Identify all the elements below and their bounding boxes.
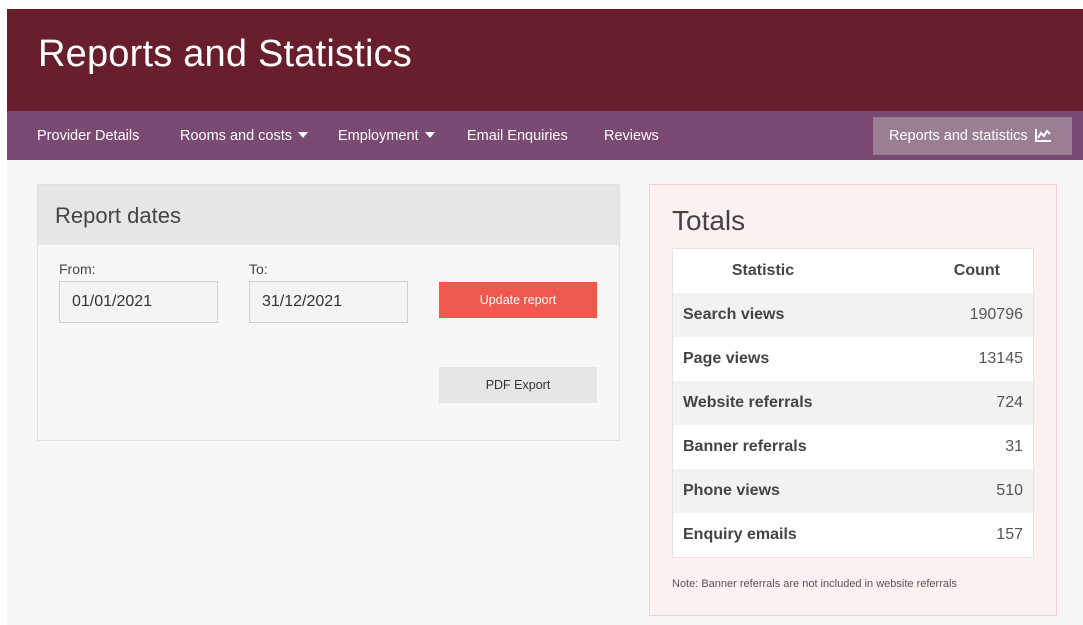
line-chart-icon — [1034, 119, 1051, 157]
column-header-count: Count — [953, 262, 1000, 279]
nav-reports-label: Reports and statistics — [889, 128, 1028, 144]
nav-reviews[interactable]: Reviews — [604, 111, 659, 160]
caret-down-icon — [424, 132, 435, 138]
table-row: Banner referrals 31 — [673, 425, 1033, 469]
table-header: Statistic Count — [673, 249, 1033, 293]
to-label: To: — [249, 261, 268, 277]
row-count: 157 — [996, 526, 1023, 543]
row-label: Banner referrals — [683, 438, 807, 455]
page: Reports and Statistics Provider Details … — [7, 9, 1083, 625]
update-report-button[interactable]: Update report — [439, 282, 597, 318]
nav-employment-label: Employment — [338, 128, 419, 144]
table-row: Search views 190796 — [673, 293, 1033, 337]
table-body: Search views 190796 Page views 13145 Web… — [673, 293, 1033, 557]
table-row: Page views 13145 — [673, 337, 1033, 381]
page-title: Reports and Statistics — [38, 33, 413, 75]
pdf-export-button[interactable]: PDF Export — [439, 367, 597, 403]
report-dates-heading: Report dates — [38, 185, 619, 245]
row-label: Search views — [683, 306, 785, 323]
nav-reviews-label: Reviews — [604, 128, 659, 144]
row-count: 190796 — [969, 306, 1023, 323]
totals-title: Totals — [672, 205, 746, 236]
from-date-input[interactable] — [59, 281, 218, 323]
nav-employment[interactable]: Employment — [338, 111, 435, 160]
table-row: Website referrals 724 — [673, 381, 1033, 425]
row-count: 31 — [1005, 438, 1023, 455]
row-label: Website referrals — [683, 394, 813, 411]
table-row: Enquiry emails 157 — [673, 513, 1033, 557]
nav-rooms-and-costs[interactable]: Rooms and costs — [180, 111, 309, 160]
row-count: 724 — [996, 394, 1023, 411]
to-date-input[interactable] — [249, 281, 408, 323]
nav-email-enquiries[interactable]: Email Enquiries — [467, 111, 568, 160]
report-dates-panel: Report dates From: To: Update report PDF… — [37, 184, 620, 441]
table-row: Phone views 510 — [673, 469, 1033, 513]
totals-note: Note: Banner referrals are not included … — [672, 578, 957, 590]
totals-panel: Totals Statistic Count Search views 1907… — [649, 184, 1057, 616]
column-header-statistic: Statistic — [731, 262, 795, 279]
nav-reports-and-statistics[interactable]: Reports and statistics — [873, 117, 1072, 155]
main-nav: Provider Details Rooms and costs Employm… — [7, 111, 1083, 160]
nav-provider-details-label: Provider Details — [37, 128, 140, 144]
caret-down-icon — [298, 132, 309, 138]
totals-table: Statistic Count Search views 190796 Page… — [672, 248, 1034, 558]
page-header: Reports and Statistics — [7, 9, 1083, 111]
row-count: 510 — [996, 482, 1023, 499]
row-label: Phone views — [683, 482, 780, 499]
nav-provider-details[interactable]: Provider Details — [37, 111, 139, 160]
nav-email-enquiries-label: Email Enquiries — [467, 128, 568, 144]
nav-rooms-and-costs-label: Rooms and costs — [180, 128, 293, 144]
from-label: From: — [59, 261, 96, 277]
row-count: 13145 — [978, 350, 1024, 367]
row-label: Enquiry emails — [683, 526, 797, 543]
row-label: Page views — [683, 350, 770, 367]
